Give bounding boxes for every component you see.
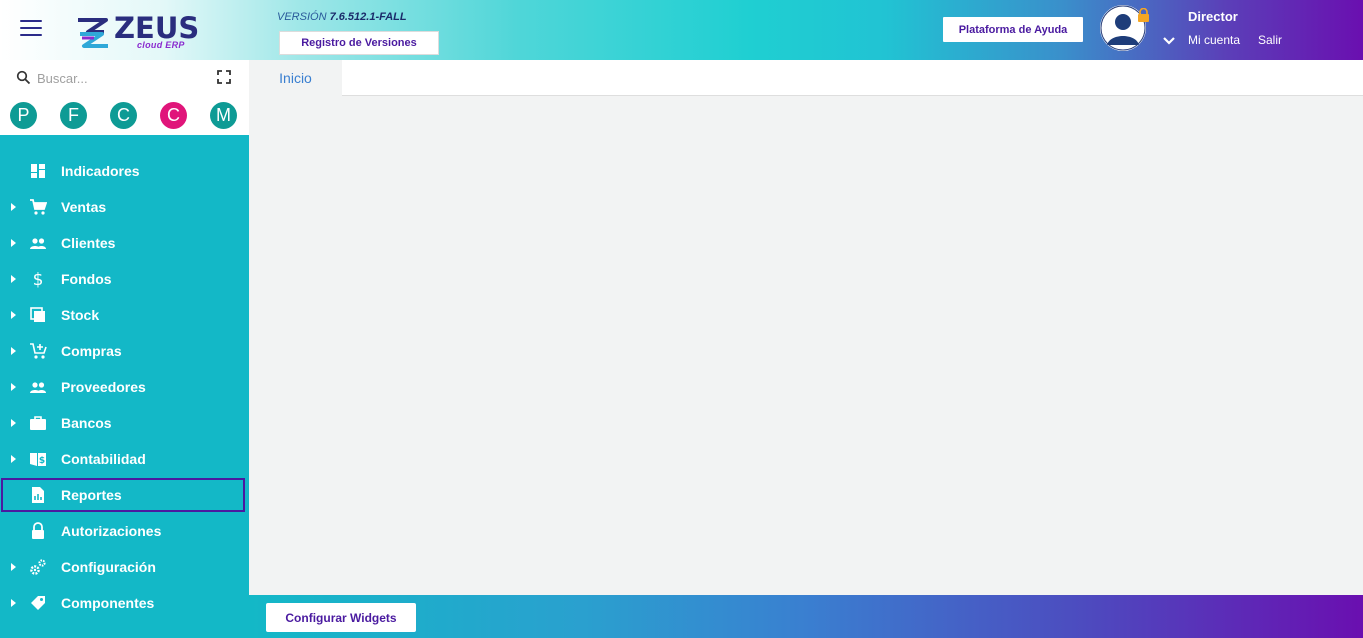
expand-arrow-icon (11, 311, 16, 319)
user-role: Director (1188, 9, 1238, 24)
briefcase-icon (30, 416, 46, 430)
logout-link[interactable]: Salir (1258, 33, 1282, 47)
sidebar-item-label: Fondos (61, 271, 112, 287)
svg-text:$: $ (39, 456, 45, 466)
sidebar-item-label: Clientes (61, 235, 116, 251)
expand-arrow-icon (11, 347, 16, 355)
sidebar-item-label: Stock (61, 307, 100, 323)
lock-badge-icon (1138, 8, 1149, 22)
quick-access-p[interactable]: P (10, 102, 37, 129)
expand-arrow-icon (11, 383, 16, 391)
sidebar-item-contabilidad[interactable]: $ Contabilidad (0, 441, 249, 477)
sidebar-menu: Indicadores Ventas Clientes $ Fondos Sto… (0, 153, 249, 621)
configure-widgets-button[interactable]: Configurar Widgets (266, 603, 416, 632)
tab-bar: Inicio (249, 60, 1363, 96)
sidebar-item-label: Proveedores (61, 379, 146, 395)
sidebar-item-clientes[interactable]: Clientes (0, 225, 249, 261)
tag-icon (31, 596, 45, 610)
quick-access-m[interactable]: M (210, 102, 237, 129)
my-account-link[interactable]: Mi cuenta (1188, 33, 1240, 47)
sidebar-item-compras[interactable]: Compras (0, 333, 249, 369)
people-icon (30, 238, 46, 249)
sidebar-item-ventas[interactable]: Ventas (0, 189, 249, 225)
quick-access-letter: P (17, 105, 30, 125)
expand-arrow-icon (11, 239, 16, 247)
sidebar-item-bancos[interactable]: Bancos (0, 405, 249, 441)
quick-access-c[interactable]: C (110, 102, 137, 129)
sidebar-item-label: Componentes (61, 595, 155, 611)
zeus-logo-mark-icon (78, 18, 108, 48)
svg-text:$: $ (33, 270, 44, 288)
sidebar-item-fondos[interactable]: $ Fondos (0, 261, 249, 297)
quick-access-letter: F (68, 105, 79, 125)
expand-arrow-icon (11, 599, 16, 607)
expand-arrow-icon (11, 203, 16, 211)
version-label: VERSIÓN (277, 11, 327, 23)
sidebar: P F C C M Indicadores Ventas (0, 60, 249, 638)
help-platform-button[interactable]: Plataforma de Ayuda (943, 17, 1083, 42)
sidebar-search-area: P F C C M (0, 60, 249, 135)
sidebar-item-indicadores[interactable]: Indicadores (0, 153, 249, 189)
quick-access-letter: M (216, 105, 231, 125)
sidebar-item-proveedores[interactable]: Proveedores (0, 369, 249, 405)
registro-versiones-button[interactable]: Registro de Versiones (279, 31, 439, 55)
cart-icon (30, 199, 47, 215)
sidebar-item-autorizaciones[interactable]: Autorizaciones (0, 513, 249, 549)
logo-subtitle: cloud ERP (137, 40, 185, 50)
version-info: VERSIÓN 7.6.512.1-FALL (277, 11, 407, 23)
chevron-down-icon[interactable] (1162, 33, 1176, 47)
expand-arrow-icon (11, 455, 16, 463)
quick-access-f[interactable]: F (60, 102, 87, 129)
report-icon (32, 487, 44, 503)
zeus-logo[interactable]: ZEUS cloud ERP (74, 11, 199, 52)
quick-access-c-pink[interactable]: C (160, 102, 187, 129)
search-input[interactable] (37, 68, 207, 88)
quick-access-letter: C (117, 105, 130, 125)
top-header: ZEUS cloud ERP VERSIÓN 7.6.512.1-FALL Re… (0, 0, 1363, 60)
footer-bar: Configurar Widgets (249, 595, 1363, 638)
sidebar-item-label: Configuración (61, 559, 156, 575)
sidebar-item-componentes[interactable]: Componentes (0, 585, 249, 621)
sidebar-item-label: Bancos (61, 415, 112, 431)
expand-arrow-icon (11, 563, 16, 571)
sidebar-item-stock[interactable]: Stock (0, 297, 249, 333)
tab-inicio[interactable]: Inicio (249, 60, 342, 96)
sidebar-item-reportes[interactable]: Reportes (0, 477, 246, 513)
main-content: Inicio (249, 60, 1363, 595)
dollar-icon: $ (33, 270, 44, 288)
quick-access-letter: C (167, 105, 180, 125)
sidebar-item-configuracion[interactable]: Configuración (0, 549, 249, 585)
sidebar-item-label: Compras (61, 343, 122, 359)
fullscreen-icon[interactable] (216, 69, 232, 85)
expand-arrow-icon (11, 275, 16, 283)
sidebar-item-label: Contabilidad (61, 451, 146, 467)
dashboard-icon (31, 164, 45, 178)
hamburger-menu-icon[interactable] (20, 20, 42, 38)
search-icon (16, 70, 31, 85)
version-number: 7.6.512.1-FALL (329, 11, 407, 23)
lock-icon (32, 522, 44, 539)
expand-arrow-icon (11, 419, 16, 427)
sidebar-item-label: Autorizaciones (61, 523, 162, 539)
sidebar-item-label: Indicadores (61, 163, 140, 179)
sidebar-item-label: Reportes (61, 487, 122, 503)
cart-plus-icon (30, 343, 47, 359)
stock-icon (30, 307, 45, 322)
gears-icon (30, 559, 46, 575)
people-icon (30, 382, 46, 393)
ledger-icon: $ (30, 453, 46, 466)
sidebar-item-label: Ventas (61, 199, 107, 215)
